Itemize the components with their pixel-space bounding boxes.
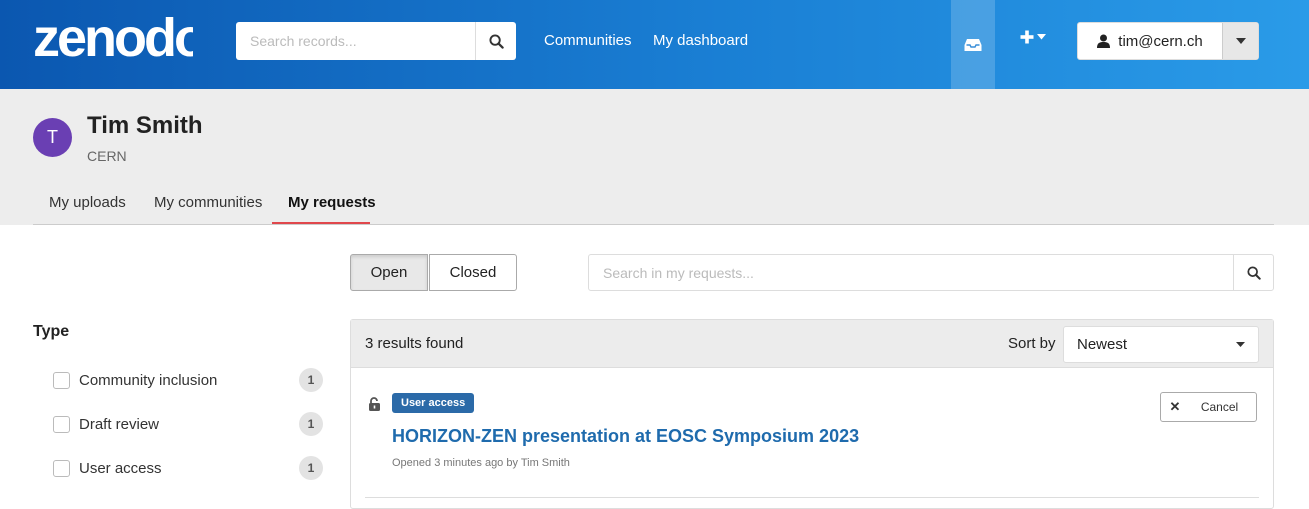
search-icon [488, 33, 504, 49]
zenodo-logo[interactable]: zenodo [33, 12, 193, 64]
profile-name: Tim Smith [87, 112, 203, 139]
facet-checkbox[interactable] [53, 459, 70, 477]
user-menu-dropdown-toggle[interactable] [1222, 23, 1258, 59]
request-title-link[interactable]: HORIZON-ZEN presentation at EOSC Symposi… [392, 426, 859, 447]
facet-label: Community inclusion [79, 371, 218, 389]
facet-draft-review[interactable]: Draft review 1 [53, 412, 323, 436]
records-search-button[interactable] [475, 22, 516, 60]
results-header: 3 results found Sort by Newest [351, 320, 1273, 368]
plus-icon [1020, 30, 1034, 44]
facet-count: 1 [299, 368, 323, 392]
facet-label: Draft review [79, 415, 160, 433]
facet-community-inclusion[interactable]: Community inclusion 1 [53, 368, 323, 392]
status-open-button[interactable]: Open [350, 254, 428, 291]
tab-my-communities[interactable]: My communities [154, 194, 262, 211]
profile-organization: CERN [87, 148, 127, 164]
request-meta: Opened 3 minutes ago by Tim Smith [392, 457, 570, 469]
facet-count: 1 [299, 412, 323, 436]
tab-my-uploads[interactable]: My uploads [49, 194, 126, 211]
facet-user-access[interactable]: User access 1 [53, 456, 323, 480]
dashboard-tabs: My uploads My communities My requests [33, 184, 1274, 225]
top-navbar: zenodo Communities My dashboard tim@cern… [0, 0, 1309, 89]
nav-communities[interactable]: Communities [544, 32, 632, 49]
cancel-request-button[interactable]: ✕ Cancel [1160, 392, 1257, 422]
user-email: tim@cern.ch [1118, 32, 1203, 50]
results-count: 3 results found [365, 335, 464, 352]
requests-search-input[interactable] [589, 255, 1233, 290]
tab-my-requests[interactable]: My requests [288, 194, 376, 211]
cancel-label: Cancel [1200, 400, 1239, 414]
requests-search-button[interactable] [1233, 255, 1273, 290]
lock-open-icon [369, 397, 380, 411]
row-divider [365, 497, 1259, 498]
facet-checkbox[interactable] [53, 415, 70, 433]
avatar: T [33, 118, 72, 157]
user-menu-button[interactable]: tim@cern.ch [1078, 23, 1222, 59]
search-icon [1246, 265, 1261, 280]
facet-label: User access [79, 459, 162, 477]
request-status-toggle: Open Closed [350, 254, 517, 291]
sort-label: Sort by [1008, 335, 1056, 352]
new-upload-menu[interactable] [1020, 30, 1046, 44]
facet-count: 1 [299, 456, 323, 480]
nav-my-dashboard[interactable]: My dashboard [653, 32, 748, 49]
request-type-badge: User access [392, 393, 475, 413]
facet-checkbox[interactable] [53, 371, 70, 389]
records-search [236, 22, 516, 60]
sort-dropdown[interactable]: Newest [1063, 326, 1259, 363]
facet-title-type: Type [33, 323, 70, 340]
chevron-down-icon [1037, 34, 1046, 40]
sort-value: Newest [1077, 336, 1128, 353]
profile-header: T Tim Smith CERN My uploads My communiti… [0, 89, 1309, 225]
requests-inbox-button[interactable] [951, 0, 995, 89]
caret-down-icon [1235, 38, 1246, 44]
caret-down-icon [1236, 342, 1245, 347]
svg-text:zenodo: zenodo [33, 12, 193, 64]
requests-search [588, 254, 1274, 291]
results-panel: 3 results found Sort by Newest User acce… [350, 319, 1274, 509]
user-icon [1097, 34, 1111, 48]
user-menu[interactable]: tim@cern.ch [1077, 22, 1259, 60]
inbox-icon [964, 38, 982, 51]
records-search-input[interactable] [236, 22, 475, 60]
close-icon: ✕ [1169, 399, 1181, 414]
active-tab-indicator [272, 222, 370, 224]
status-closed-button[interactable]: Closed [429, 254, 517, 291]
